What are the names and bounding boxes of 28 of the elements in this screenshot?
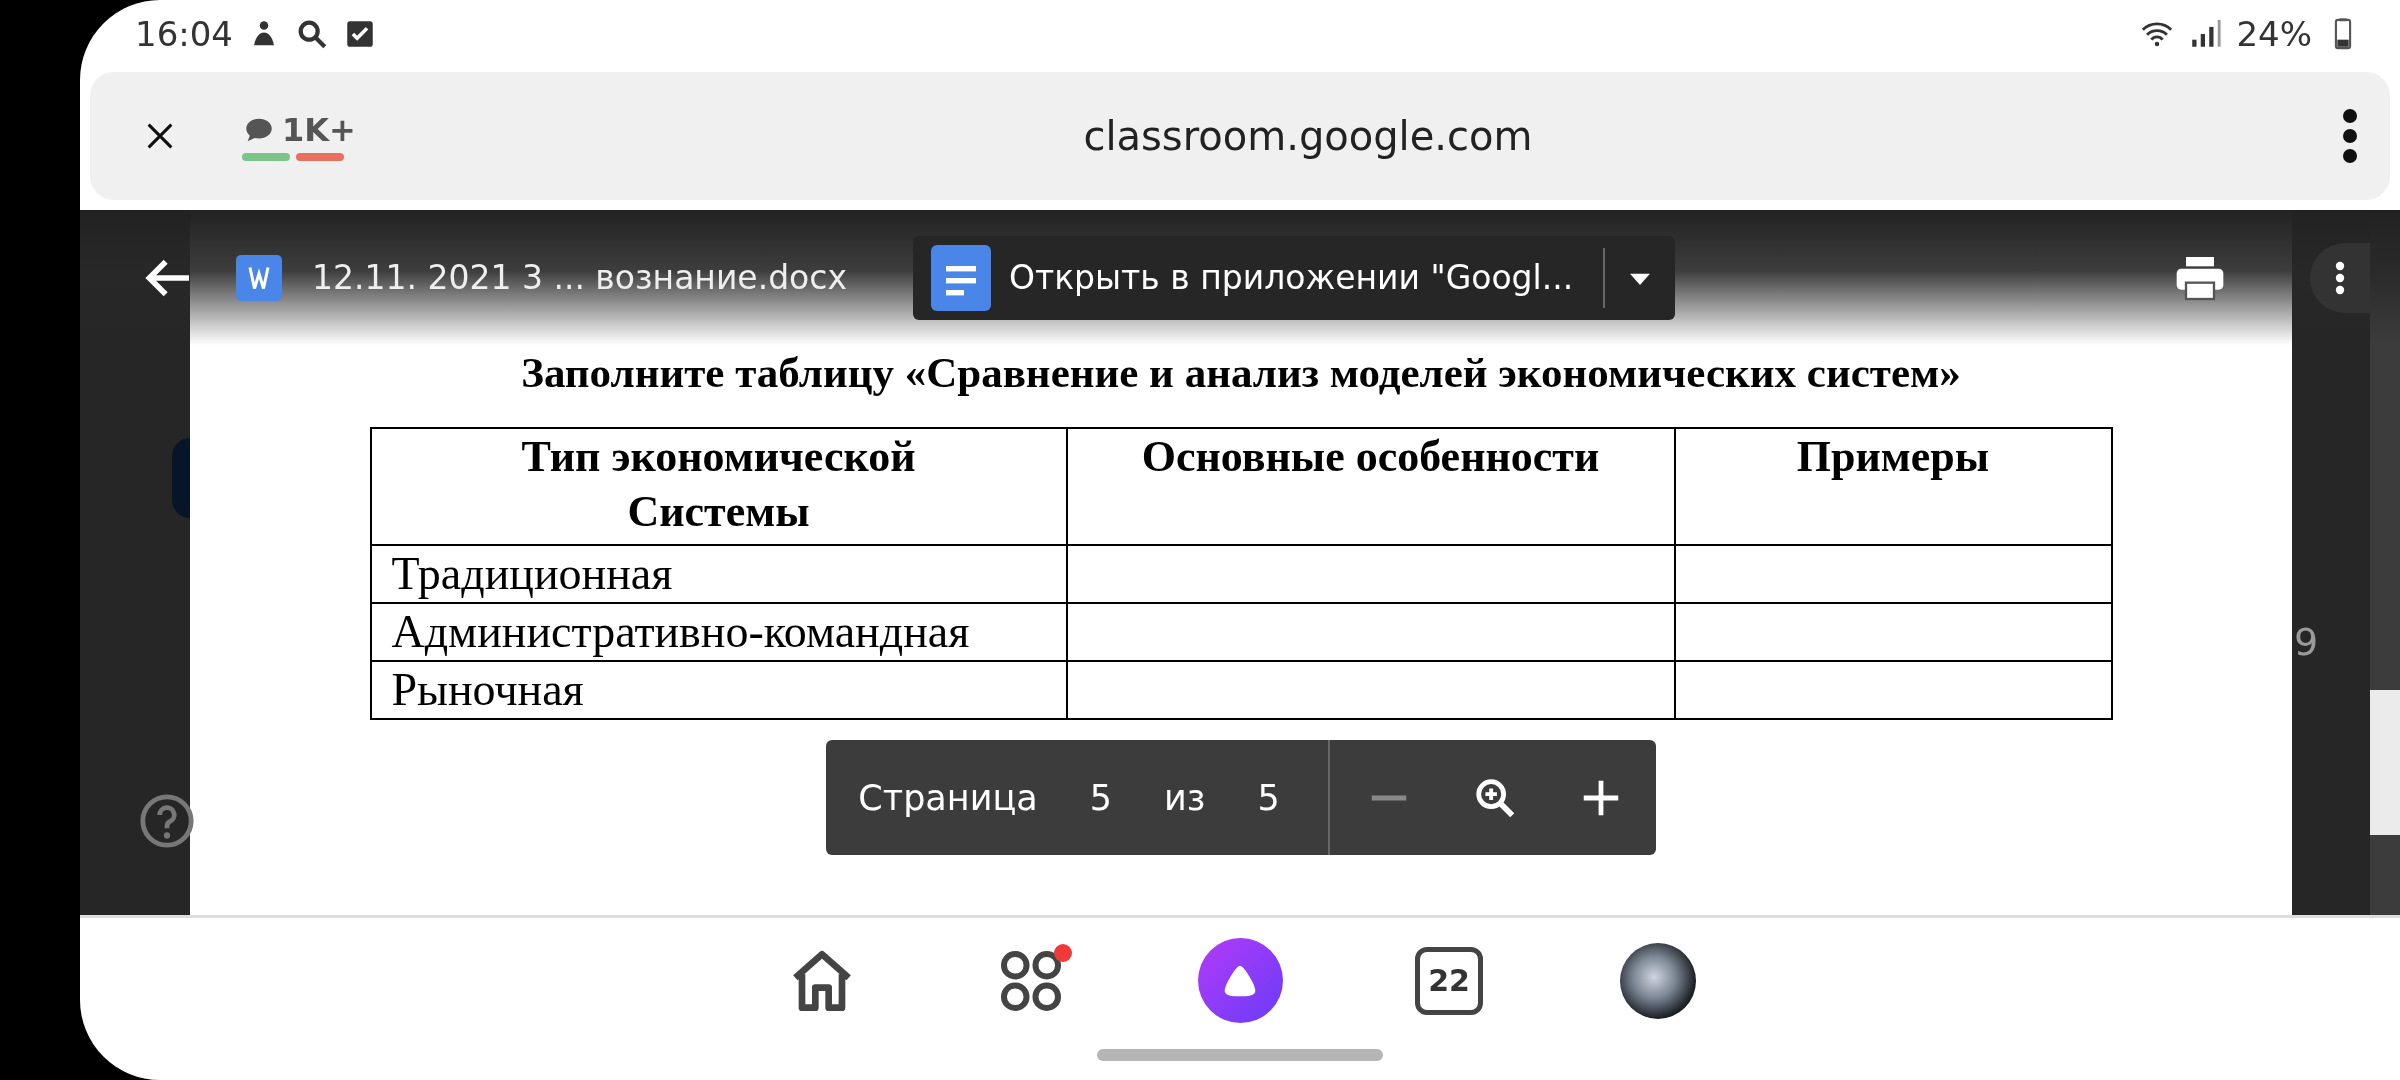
more-options-icon[interactable] [2340, 108, 2360, 164]
current-page: 5 [1089, 777, 1112, 818]
table-cell: Традиционная [370, 545, 1067, 603]
battery-percent: 24% [2236, 14, 2312, 54]
comments-count: 1K+ [282, 111, 356, 149]
scrollbar-thumb[interactable] [2370, 690, 2400, 835]
file-name: 12.11. 2021 3 ... вознание.docx [312, 258, 847, 297]
document-icon [931, 244, 991, 311]
more-options-icon [2334, 260, 2346, 295]
comments-badge[interactable]: 1K+ [242, 111, 356, 161]
url-text[interactable]: classroom.google.com [355, 113, 2260, 159]
rating-bar-icon [242, 153, 344, 161]
column-header: Основные особенности [1066, 428, 1675, 545]
document-title: Заполните таблицу «Сравнение и анализ моделей экономических систем» [521, 348, 1961, 397]
tabs-button[interactable]: 22 [1415, 946, 1483, 1015]
of-label: из [1164, 777, 1206, 818]
help-icon[interactable] [138, 792, 196, 850]
clock-time: 16:04 [135, 14, 233, 54]
column-header: Тип экономической Системы [370, 428, 1067, 545]
page-label: Страница [858, 777, 1038, 818]
column-header: Примеры [1674, 428, 2112, 545]
word-file-icon [236, 254, 282, 301]
more-options-button[interactable] [2310, 242, 2370, 313]
page-number-fragment: 9 [2294, 620, 2319, 664]
open-in-app-button[interactable]: Открыть в приложении "Googl... [913, 235, 1676, 320]
table-cell: Административно-командная [370, 603, 1067, 661]
table-cell: Рыночная [370, 661, 1067, 719]
total-pages: 5 [1257, 777, 1280, 818]
